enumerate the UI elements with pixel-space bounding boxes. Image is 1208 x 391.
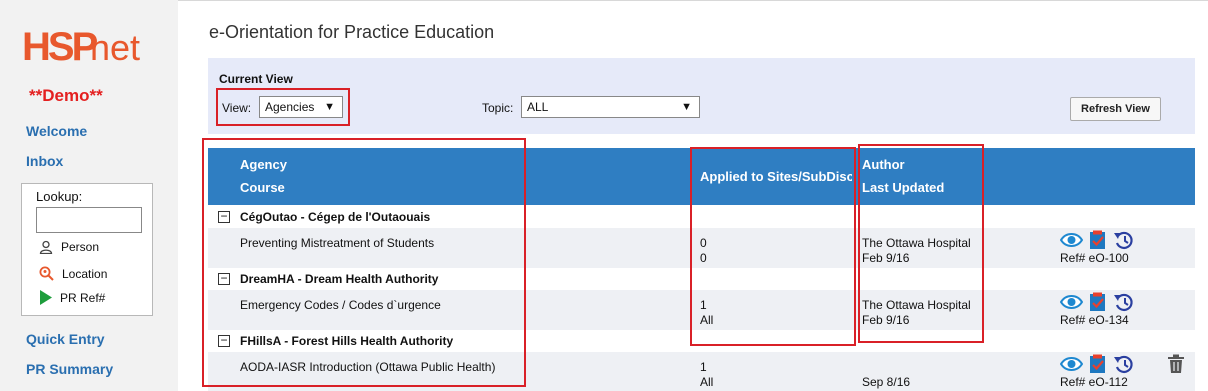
collapse-icon[interactable]: − (218, 334, 230, 347)
applied-sites: 0 (700, 236, 707, 250)
lookup-location-label: Location (62, 266, 108, 281)
current-view-panel: Current View View: Agencies ▼ Topic: ALL… (208, 58, 1195, 134)
header-agency[interactable]: Agency (240, 157, 287, 172)
row-actions (1060, 354, 1134, 374)
course-link[interactable]: Emergency Codes / Codes d`urgence (240, 298, 441, 312)
table-header: Agency Course Applied to Sites/SubDisc A… (208, 148, 1195, 205)
topic-select[interactable]: ALL ▼ (521, 96, 700, 118)
author: The Ottawa Hospital (862, 298, 971, 312)
last-updated: Sep 8/16 (862, 375, 911, 389)
eye-icon[interactable] (1060, 292, 1083, 312)
collapse-icon[interactable]: − (218, 272, 230, 285)
applied-sites: 1 (700, 298, 707, 312)
lookup-panel: Lookup: Person Location PR Ref# (21, 183, 153, 316)
lookup-person-label: Person (61, 240, 100, 254)
lookup-location[interactable]: Location (39, 266, 107, 281)
row-actions (1060, 292, 1134, 312)
welcome-link[interactable]: Welcome (26, 123, 87, 139)
view-select[interactable]: Agencies ▼ (259, 96, 343, 118)
applied-subdisc: All (700, 375, 714, 389)
course-link[interactable]: AODA-IASR Introduction (Ottawa Public He… (240, 360, 495, 374)
lookup-input[interactable] (36, 207, 142, 233)
dropdown-arrow-icon: ▼ (324, 101, 335, 113)
history-icon[interactable] (1113, 230, 1134, 250)
header-last-updated[interactable]: Last Updated (862, 180, 944, 195)
logo-hsp-text: HSP (22, 25, 98, 68)
trash-icon[interactable] (1167, 354, 1185, 374)
lookup-pr-ref[interactable]: PR Ref# (39, 290, 105, 305)
page-title: e-Orientation for Practice Education (209, 22, 495, 42)
agency-group-row: − FHillsA - Forest Hills Health Authorit… (208, 330, 1195, 352)
person-icon (39, 240, 53, 254)
quick-entry-link[interactable]: Quick Entry (26, 331, 105, 347)
agency-label: DreamHA - Dream Health Authority (240, 272, 439, 286)
demo-label: **Demo** (29, 86, 103, 105)
lookup-title: Lookup: (36, 189, 83, 204)
checklist-icon[interactable] (1088, 354, 1108, 374)
agency-group-row: − CégOutao - Cégep de l'Outaouais (208, 206, 1195, 228)
row-actions (1060, 230, 1134, 250)
course-link[interactable]: Preventing Mistreatment of Students (240, 236, 434, 250)
dropdown-arrow-icon: ▼ (681, 101, 692, 113)
inbox-link[interactable]: Inbox (26, 153, 63, 169)
header-applied[interactable]: Applied to Sites/SubDisc (700, 169, 852, 184)
table-row: Emergency Codes / Codes d`urgence 1 All … (208, 290, 1195, 330)
agency-label: FHillsA - Forest Hills Health Authority (240, 334, 454, 348)
eye-icon[interactable] (1060, 230, 1083, 250)
table-row: Preventing Mistreatment of Students 0 0 … (208, 228, 1195, 268)
collapse-icon[interactable]: − (218, 210, 230, 223)
history-icon[interactable] (1113, 354, 1134, 374)
refresh-view-button[interactable]: Refresh View (1070, 97, 1161, 121)
eye-icon[interactable] (1060, 354, 1083, 374)
view-select-value: Agencies (265, 100, 315, 114)
location-search-icon (39, 266, 54, 281)
header-author[interactable]: Author (862, 157, 905, 172)
reference-number: Ref# eO-134 (1060, 313, 1129, 327)
hspnet-logo[interactable]: HSP net (22, 22, 162, 69)
topic-select-value: ALL (527, 100, 549, 114)
applied-subdisc: 0 (700, 251, 707, 265)
author: The Ottawa Hospital (862, 236, 971, 250)
checklist-icon[interactable] (1088, 292, 1108, 312)
play-icon (40, 290, 52, 305)
applied-sites: 1 (700, 360, 707, 374)
view-label: View: (222, 101, 252, 115)
reference-number: Ref# eO-112 (1060, 375, 1128, 389)
pr-summary-link[interactable]: PR Summary (26, 361, 113, 377)
lookup-pr-ref-label: PR Ref# (60, 290, 106, 305)
last-updated: Feb 9/16 (862, 251, 910, 265)
current-view-title: Current View (219, 72, 293, 86)
reference-number: Ref# eO-100 (1060, 251, 1129, 265)
lookup-person[interactable]: Person (39, 240, 99, 254)
checklist-icon[interactable] (1088, 230, 1108, 250)
top-border (0, 0, 1208, 1)
topic-label: Topic: (482, 101, 514, 115)
history-icon[interactable] (1113, 292, 1134, 312)
agency-group-row: − DreamHA - Dream Health Authority (208, 268, 1195, 290)
logo-net-text: net (90, 27, 140, 68)
applied-subdisc: All (700, 313, 714, 327)
agency-label: CégOutao - Cégep de l'Outaouais (240, 210, 431, 224)
table-row: AODA-IASR Introduction (Ottawa Public He… (208, 352, 1195, 391)
header-course[interactable]: Course (240, 180, 285, 195)
last-updated: Feb 9/16 (862, 313, 910, 327)
sidebar: HSP net **Demo** Welcome Inbox Lookup: P… (0, 0, 178, 391)
